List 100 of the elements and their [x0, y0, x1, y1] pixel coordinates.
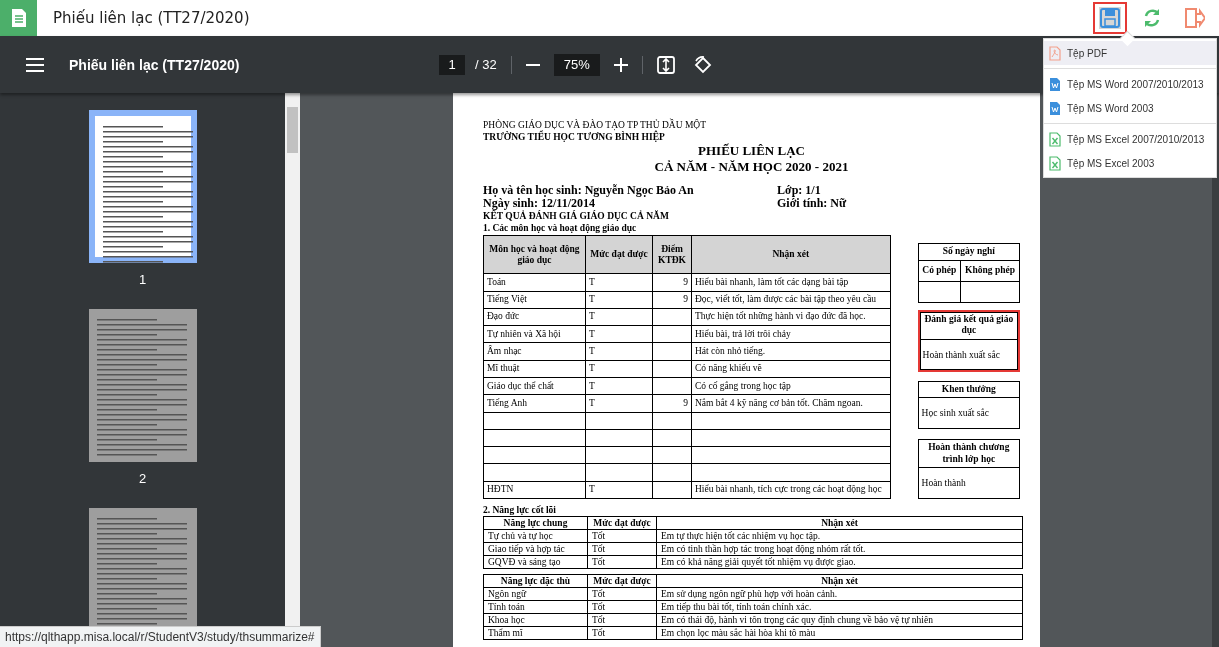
table-cell: T	[585, 342, 653, 361]
rotate-icon	[692, 54, 713, 75]
table-cell: Đạo đức	[483, 308, 586, 326]
table-cell: Tốt	[587, 542, 657, 556]
table-cell: Em có khả năng giải quyết tốt nhiệm vụ được giao.	[656, 555, 1023, 569]
table-cell: T	[585, 308, 653, 326]
panel-value: Học sinh xuất sắc	[920, 407, 990, 420]
column-header: Môn học và hoạt động giáo dục	[483, 235, 586, 274]
column-header: Nhận xét	[656, 516, 1023, 530]
plus-icon	[613, 57, 628, 72]
menu-item[interactable]: Tệp PDF	[1044, 41, 1216, 65]
table-cell: 9	[652, 273, 692, 292]
panel-title: Đánh giá kết quả giáo dục	[919, 311, 1018, 340]
column-header: Nhận xét	[691, 235, 891, 274]
menu-button[interactable]	[26, 57, 44, 72]
document-title: Phiếu liên lạc (TT27/2020)	[69, 56, 241, 73]
table-cell: Tiếng Anh	[483, 394, 586, 412]
fit-page-button[interactable]	[656, 55, 675, 74]
table-cell	[652, 325, 692, 343]
table-cell: Tiếng Việt	[483, 291, 586, 309]
panel-title: Hoàn thành chương trình lớp học	[918, 440, 1019, 468]
student-info: Ngày sinh: 12/11/2014	[483, 197, 596, 210]
save-icon	[1099, 7, 1121, 29]
page-thumbnail[interactable]	[88, 309, 197, 462]
header-text: TRƯỜNG TIỂU HỌC TƯƠNG BÌNH HIỆP	[483, 131, 666, 143]
exit-door-icon	[1183, 7, 1205, 29]
column-header: Mức đạt được	[585, 235, 653, 274]
page-number-field[interactable]: 1	[439, 54, 465, 75]
table-cell: T	[585, 325, 653, 343]
student-info: Lớp: 1/1	[777, 184, 822, 197]
menu-icon	[26, 57, 44, 72]
table-cell: T	[585, 377, 653, 395]
table-cell: Em tiếp thu bài tốt, tính toán chính xác.	[656, 600, 1023, 614]
table-cell: Ngôn ngữ	[483, 587, 588, 601]
table-cell: Em có thái độ, hành vi tôn trọng các quy định chung về bảo vệ tự nhiên	[656, 613, 1023, 627]
section-heading: KẾT QUẢ ĐÁNH GIÁ GIÁO DỤC CẢ NĂM	[483, 210, 670, 222]
table-cell	[652, 429, 692, 447]
column-header: Mức đạt được	[587, 516, 657, 530]
table-cell: Hiểu bài, trả lời trôi chảy	[691, 325, 891, 343]
table-cell	[652, 377, 692, 395]
table-cell	[585, 463, 653, 482]
table-cell: Có năng khiếu vẽ	[691, 360, 891, 378]
table-cell: Em tự thực hiện tốt các nhiệm vụ học tập.	[656, 529, 1023, 543]
table-cell: Giao tiếp và hợp tác	[483, 542, 588, 556]
table-cell: Âm nhạc	[483, 342, 586, 361]
table-cell: Mĩ thuật	[483, 360, 586, 378]
link-tooltip: https://qlthapp.misa.local/r/StudentV3/study/thsummarize#	[0, 626, 321, 647]
table-cell: Thực hiện tốt những hành vi đạo đức đã học.	[691, 308, 891, 326]
table-cell: T	[585, 273, 653, 292]
table-cell: 9	[652, 291, 692, 309]
save-button[interactable]	[1093, 2, 1127, 34]
table-cell	[652, 342, 692, 361]
table-cell: Toán	[483, 273, 586, 292]
document-icon	[10, 8, 27, 28]
header-text: PHÒNG GIÁO DỤC VÀ ĐÀO TẠO TP THỦ DẦU MỘT	[483, 119, 707, 130]
page-label: 1	[138, 272, 147, 287]
panel-value: Hoàn thành xuất sắc	[921, 348, 1001, 362]
table-cell	[585, 446, 653, 464]
table-cell: Hát còn nhỏ tiếng.	[691, 342, 891, 361]
table-cell: Có cố gắng trong học tập	[691, 377, 891, 395]
table-cell: Em chọn lọc màu sắc hài hòa khi tô màu	[656, 626, 1023, 640]
table-cell: Tốt	[587, 626, 657, 640]
table-cell: Hiểu bài nhanh, tích cực trong các hoạt động học	[691, 481, 891, 499]
table-cell: Khoa học	[483, 613, 588, 627]
panel-title: Khen thưởng	[918, 381, 1019, 398]
excel-file-icon	[1049, 155, 1061, 171]
table-cell: Tốt	[587, 529, 657, 543]
page-thumbnail[interactable]	[88, 110, 197, 263]
table-cell: Đọc, viết tốt, làm được các bài tập theo yêu cầu	[691, 291, 891, 309]
table-cell: Tính toán	[483, 600, 588, 614]
table-cell: Em sử dụng ngôn ngữ phù hợp với hoàn cảnh.	[656, 587, 1023, 601]
column-header: Điểm KTĐK	[652, 235, 692, 274]
table-cell: GQVĐ và sáng tạo	[483, 555, 588, 569]
table-cell	[652, 360, 692, 378]
zoom-in-button[interactable]	[613, 57, 628, 72]
table-cell: Tự nhiên và Xã hội	[483, 325, 586, 343]
table-cell	[652, 308, 692, 326]
student-info: Giới tính: Nữ	[777, 197, 848, 210]
table-cell	[652, 412, 692, 430]
zoom-out-button[interactable]	[525, 63, 540, 66]
table-cell: T	[585, 360, 653, 378]
excel-file-icon	[1049, 131, 1061, 147]
table-cell: Em có tinh thần hợp tác trong hoạt động nhóm rất tốt.	[656, 542, 1023, 556]
table-cell: Tốt	[587, 600, 657, 614]
word-file-icon	[1049, 76, 1061, 92]
rotate-button[interactable]	[692, 54, 713, 75]
document-heading: CẢ NĂM - NĂM HỌC 2020 - 2021	[653, 159, 850, 175]
table-cell: Nắm bắt 4 kỹ năng cơ bản tốt. Chăm ngoan.	[691, 394, 891, 412]
table-cell	[652, 481, 692, 499]
column-header: Nhận xét	[656, 574, 1023, 588]
table-cell	[652, 446, 692, 464]
table-cell: Tự chủ và tự học	[483, 529, 588, 543]
zoom-field[interactable]: 75%	[553, 53, 600, 76]
page-count: / 32	[475, 57, 497, 72]
minus-icon	[525, 63, 540, 66]
fit-page-icon	[656, 55, 675, 74]
column-header: Năng lực đặc thù	[483, 574, 588, 588]
section-heading: 2. Năng lực cốt lõi	[483, 504, 557, 516]
document-heading: PHIẾU LIÊN LẠC	[697, 143, 806, 159]
table-cell	[585, 429, 653, 447]
